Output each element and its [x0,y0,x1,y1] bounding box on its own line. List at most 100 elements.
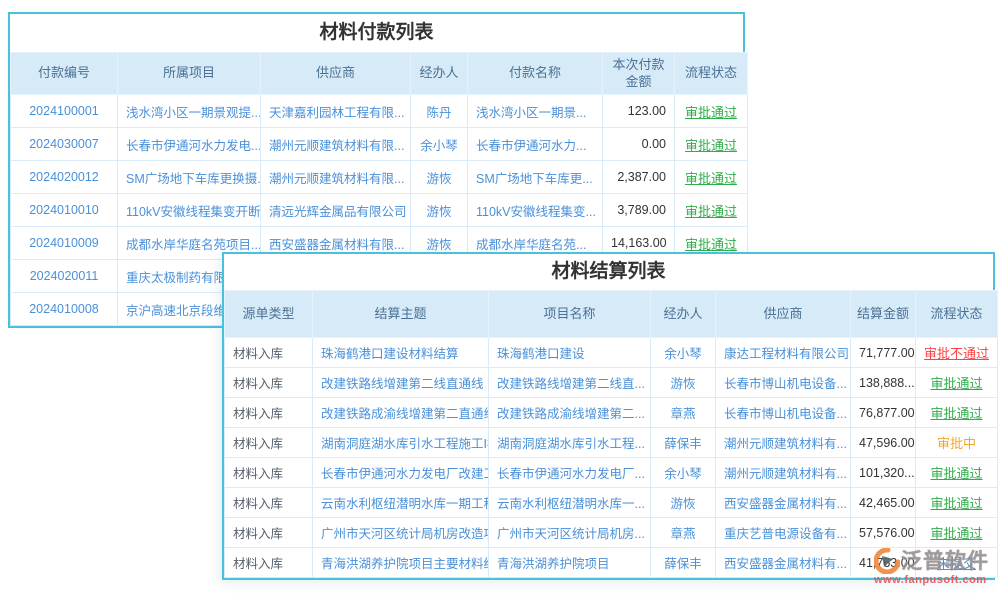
cell-link[interactable]: 余小琴 [651,338,716,368]
table-row: 2024100001浅水湾小区一期景观提...天津嘉利园林工程有限...陈丹浅水… [11,95,748,128]
table-row: 材料入库珠海鹤港口建设材料结算珠海鹤港口建设余小琴康达工程材料有限公司71,77… [225,338,998,368]
cell-link[interactable]: 潮州元顺建筑材料有... [716,428,851,458]
cell-link[interactable]: 湖南洞庭湖水库引水工程... [489,428,651,458]
watermark-url: www.fanpusoft.com [874,575,998,586]
table-row: 材料入库改建铁路线增建第二线直通线（成...改建铁路线增建第二线直...游恢长春… [225,368,998,398]
cell-link[interactable]: 2024030007 [11,128,118,161]
cell-link[interactable]: 改建铁路线增建第二线直通线（成... [313,368,489,398]
watermark-brand: 泛普软件 [901,551,989,572]
cell-link[interactable]: 游恢 [411,161,468,194]
cell-link[interactable]: 2024020011 [11,260,118,293]
status-link[interactable]: 审批通过 [675,95,748,128]
cell-link[interactable]: 湖南洞庭湖水库引水工程施工I标材... [313,428,489,458]
settlement-table: 源单类型结算主题项目名称经办人供应商结算金额流程状态 材料入库珠海鹤港口建设材料… [224,290,998,578]
table-row: 材料入库长春市伊通河水力发电厂改建工程...长春市伊通河水力发电厂...余小琴潮… [225,458,998,488]
cell-link[interactable]: 余小琴 [411,128,468,161]
cell-link[interactable]: 潮州元顺建筑材料有... [716,458,851,488]
settlement-col-header: 经办人 [651,291,716,338]
cell-link[interactable]: 长春市博山机电设备... [716,368,851,398]
cell-link[interactable]: 云南水利枢纽潜明水库一... [489,488,651,518]
table-row: 材料入库改建铁路成渝线增建第二直通线（...改建铁路成渝线增建第二...章燕长春… [225,398,998,428]
payment-col-header: 付款编号 [11,53,118,95]
table-row: 2024030007长春市伊通河水力发电...潮州元顺建筑材料有限...余小琴长… [11,128,748,161]
cell-link[interactable]: 重庆艺普电源设备有... [716,518,851,548]
cell-link[interactable]: 珠海鹤港口建设 [489,338,651,368]
cell-link[interactable]: 广州市天河区统计局机房改造项目... [313,518,489,548]
cell-link[interactable]: 章燕 [651,398,716,428]
settlement-col-header: 供应商 [716,291,851,338]
status-link[interactable]: 审批通过 [675,128,748,161]
cell-link[interactable]: 长春市博山机电设备... [716,398,851,428]
cell-text: 138,888... [851,368,916,398]
cell-link[interactable]: 余小琴 [651,458,716,488]
cell-link[interactable]: 西安盛器金属材料有... [716,488,851,518]
status-link[interactable]: 审批通过 [916,398,998,428]
cell-text: 47,596.00 [851,428,916,458]
cell-link[interactable]: 青海洪湖养护院项目 [489,548,651,578]
status-link[interactable]: 审批通过 [916,458,998,488]
cell-link[interactable]: 游恢 [411,194,468,227]
cell-link[interactable]: 珠海鹤港口建设材料结算 [313,338,489,368]
cell-link[interactable]: 2024020012 [11,161,118,194]
cell-link[interactable]: 浅水湾小区一期景观提... [118,95,261,128]
payment-col-header: 经办人 [411,53,468,95]
cell-text: 材料入库 [225,518,313,548]
cell-link[interactable]: 长春市伊通河水力... [468,128,603,161]
table-row: 材料入库湖南洞庭湖水库引水工程施工I标材...湖南洞庭湖水库引水工程...薛保丰… [225,428,998,458]
cell-link[interactable]: 陈丹 [411,95,468,128]
status-link[interactable]: 审批通过 [916,368,998,398]
status-link[interactable]: 审批中 [916,428,998,458]
cell-link[interactable]: 长春市伊通河水力发电... [118,128,261,161]
cell-link[interactable]: 康达工程材料有限公司 [716,338,851,368]
cell-link[interactable]: 游恢 [651,368,716,398]
cell-link[interactable]: 云南水利枢纽潜明水库一期工程施... [313,488,489,518]
cell-text: 2,387.00 [603,161,675,194]
cell-link[interactable]: 章燕 [651,518,716,548]
table-row: 材料入库云南水利枢纽潜明水库一期工程施...云南水利枢纽潜明水库一...游恢西安… [225,488,998,518]
cell-link[interactable]: 改建铁路成渝线增建第二... [489,398,651,428]
cell-link[interactable]: SM广场地下车库更换摄... [118,161,261,194]
status-link[interactable]: 审批通过 [916,518,998,548]
cell-link[interactable]: 广州市天河区统计局机房... [489,518,651,548]
cell-link[interactable]: 2024010009 [11,227,118,260]
cell-link[interactable]: 110kV安徽线程集变... [468,194,603,227]
status-link[interactable]: 审批通过 [675,194,748,227]
status-link[interactable]: 审批通过 [916,488,998,518]
cell-link[interactable]: 长春市伊通河水力发电厂改建工程... [313,458,489,488]
cell-link[interactable]: SM广场地下车库更... [468,161,603,194]
cell-text: 材料入库 [225,488,313,518]
cell-link[interactable]: 浅水湾小区一期景... [468,95,603,128]
cell-text: 42,465.00 [851,488,916,518]
cell-link[interactable]: 改建铁路成渝线增建第二直通线（... [313,398,489,428]
settlement-list-panel: 材料结算列表 源单类型结算主题项目名称经办人供应商结算金额流程状态 材料入库珠海… [222,252,995,580]
cell-link[interactable]: 薛保丰 [651,428,716,458]
cell-text: 材料入库 [225,428,313,458]
cell-text: 101,320... [851,458,916,488]
settlement-col-header: 结算主题 [313,291,489,338]
cell-link[interactable]: 潮州元顺建筑材料有限... [261,161,411,194]
cell-link[interactable]: 110kV安徽线程集变开断... [118,194,261,227]
cell-link[interactable]: 西安盛器金属材料有... [716,548,851,578]
cell-text: 76,877.00 [851,398,916,428]
cell-link[interactable]: 潮州元顺建筑材料有限... [261,128,411,161]
payment-col-header: 流程状态 [675,53,748,95]
cell-text: 123.00 [603,95,675,128]
cell-link[interactable]: 2024100001 [11,95,118,128]
payment-col-header: 付款名称 [468,53,603,95]
cell-link[interactable]: 2024010008 [11,293,118,326]
settlement-list-title: 材料结算列表 [224,254,993,290]
cell-link[interactable]: 长春市伊通河水力发电厂... [489,458,651,488]
cell-link[interactable]: 清远光辉金属品有限公司 [261,194,411,227]
cell-link[interactable]: 青海洪湖养护院项目主要材料结算 [313,548,489,578]
cell-text: 3,789.00 [603,194,675,227]
cell-link[interactable]: 薛保丰 [651,548,716,578]
cell-link[interactable]: 改建铁路线增建第二线直... [489,368,651,398]
cell-link[interactable]: 2024010010 [11,194,118,227]
status-link[interactable]: 审批通过 [675,161,748,194]
cell-text: 57,576.00 [851,518,916,548]
cell-text: 71,777.00 [851,338,916,368]
material-lists-page: { "payment_table": { "title": "材料付款列表", … [0,0,1000,600]
cell-link[interactable]: 游恢 [651,488,716,518]
status-link[interactable]: 审批不通过 [916,338,998,368]
cell-link[interactable]: 天津嘉利园林工程有限... [261,95,411,128]
